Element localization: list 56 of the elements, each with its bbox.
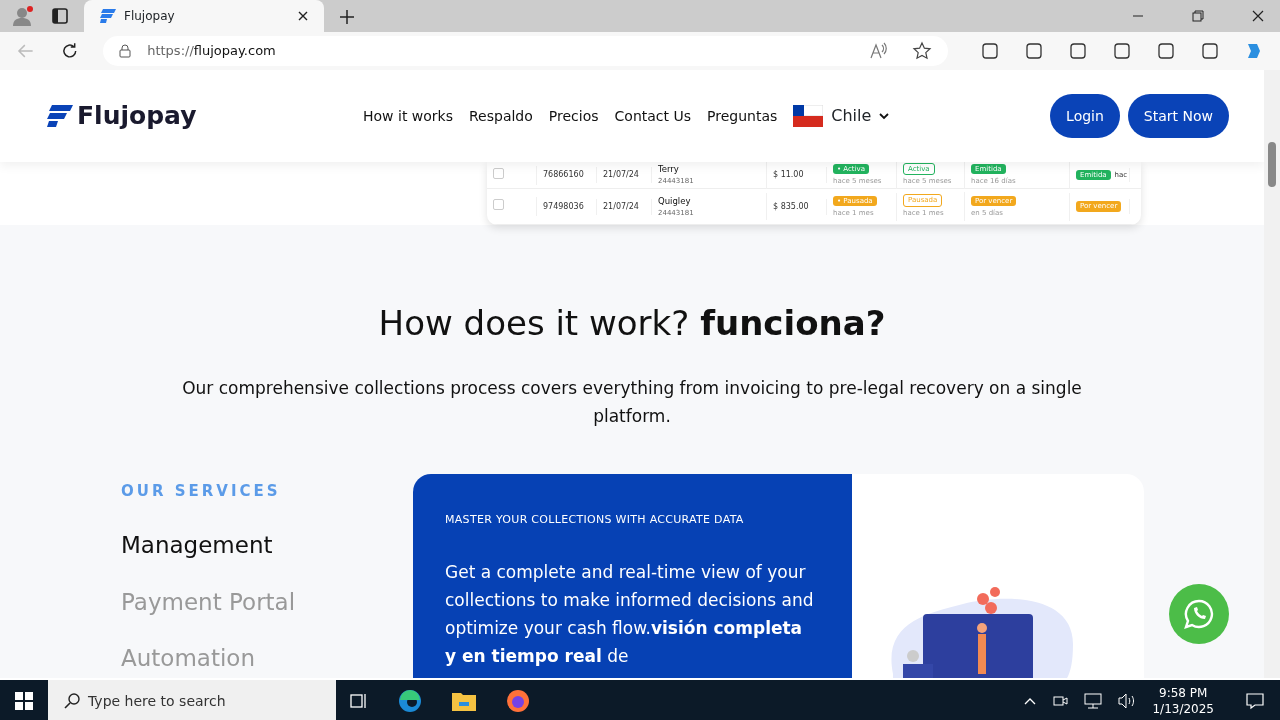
table-cell: $ 11.00 xyxy=(767,167,827,183)
task-view-icon[interactable] xyxy=(350,692,368,710)
header-button[interactable]: Start Now xyxy=(1127,94,1229,138)
chevron-up-icon[interactable] xyxy=(1024,697,1037,705)
start-icon[interactable] xyxy=(15,692,33,710)
row-checkbox[interactable] xyxy=(493,167,504,179)
table-cell: 97498036 xyxy=(537,198,597,215)
restore-icon[interactable] xyxy=(1192,10,1204,22)
logo-icon xyxy=(47,103,73,129)
folder-icon[interactable] xyxy=(452,691,476,711)
address-bar[interactable]: https://flujopay.com xyxy=(103,36,948,66)
new-tab-icon[interactable] xyxy=(340,10,354,24)
client-name: Terry xyxy=(658,163,680,177)
clock-date: 1/13/2025 xyxy=(1152,701,1214,718)
tab-title: Flujopay xyxy=(124,8,176,25)
chat-icon xyxy=(1183,598,1215,630)
table-cell: 21/07/24 xyxy=(597,198,652,215)
services-label: OUR SERVICES xyxy=(121,480,282,502)
card-eyebrow: MASTER YOUR COLLECTIONS WITH ACCURATE DATA xyxy=(445,511,745,528)
notifications-icon[interactable] xyxy=(1246,692,1264,710)
nav-link[interactable]: Precios xyxy=(548,105,599,127)
flag-icon xyxy=(793,105,824,127)
nav-link[interactable]: How it works xyxy=(363,105,453,127)
volume-icon[interactable] xyxy=(1118,693,1137,709)
close-icon[interactable] xyxy=(1252,10,1264,22)
nav-link[interactable]: Contact Us xyxy=(614,105,691,127)
card-text: Get a complete and real-time view of your collections to make informed decisions and optimize your cash flow.visión completa y en tiempo real de xyxy=(445,561,815,669)
camera-icon[interactable] xyxy=(1052,693,1069,709)
table-cell: $ 835.00 xyxy=(767,198,827,215)
site-logo-icon xyxy=(100,9,116,23)
service-tab[interactable]: Management xyxy=(121,528,413,563)
clock-time: 9:58 PM xyxy=(1158,684,1209,701)
close-icon[interactable] xyxy=(298,11,308,21)
tab-actions-icon[interactable] xyxy=(52,8,68,24)
row-checkbox[interactable] xyxy=(493,199,504,210)
table-cell: 21/07/24 xyxy=(597,167,652,183)
favorite-star-icon[interactable] xyxy=(912,41,932,61)
browser-icon[interactable] xyxy=(398,689,422,713)
network-icon[interactable] xyxy=(1084,693,1103,709)
nav-link[interactable]: Respaldo xyxy=(469,105,533,127)
logo-text[interactable]: Flujopay xyxy=(77,97,197,135)
lock-icon xyxy=(119,44,132,58)
header-button[interactable]: Login xyxy=(1050,94,1120,138)
country-selector[interactable]: Chile xyxy=(793,104,890,128)
nav-link[interactable]: Preguntas xyxy=(707,105,778,127)
browser-tab[interactable]: Flujopay xyxy=(84,0,324,32)
section-heading: How does it work? funciona? xyxy=(378,303,886,344)
read-aloud-icon[interactable] xyxy=(868,41,888,61)
client-name: Quigley xyxy=(658,194,692,208)
section-intro: Our comprehensive collections process covers everything from invoicing to pre-legal recovery on a single platform. xyxy=(181,376,1083,428)
table-cell: 76866160 xyxy=(537,167,597,183)
profile-icon[interactable] xyxy=(12,5,34,27)
chevron-down-icon xyxy=(879,112,890,120)
taskbar-search[interactable]: Type here to search xyxy=(48,680,336,720)
scrollbar[interactable] xyxy=(1264,70,1280,678)
search-icon xyxy=(64,693,80,709)
